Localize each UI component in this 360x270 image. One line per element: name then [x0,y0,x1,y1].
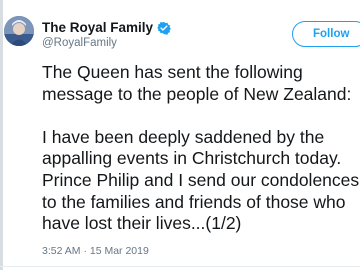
tweet-line: I have been deeply saddened by the [42,126,325,147]
follow-button[interactable]: Follow [292,21,360,47]
follow-button-label: Follow [313,28,350,40]
name-row: The Royal Family [42,20,171,35]
tweet-line: appalling events in Christchurch today. [42,148,342,169]
verified-badge-icon [157,21,171,35]
tweet-timestamp[interactable]: 3:52 AM · 15 Mar 2019 [42,245,149,257]
tweet-line: Prince Philip and I send our condolences [42,169,360,190]
tweet-line: have lost their lives...(1/2) [42,213,242,234]
account-handle[interactable]: @RoyalFamily [42,37,117,49]
tweet-card: The Royal Family @RoyalFamily Follow The… [0,0,360,270]
avatar[interactable] [4,16,34,46]
tweet-text: The Queen has sent the following message… [42,62,360,235]
tweet-line: message to the people of New Zealand: [42,83,352,104]
bottom-divider [0,266,360,267]
avatar-image [4,16,34,46]
tweet-line: The Queen has sent the following [42,62,303,82]
tweet-line: to the families and friends of those who [42,191,346,212]
left-divider [0,0,3,270]
display-name[interactable]: The Royal Family [42,20,153,35]
